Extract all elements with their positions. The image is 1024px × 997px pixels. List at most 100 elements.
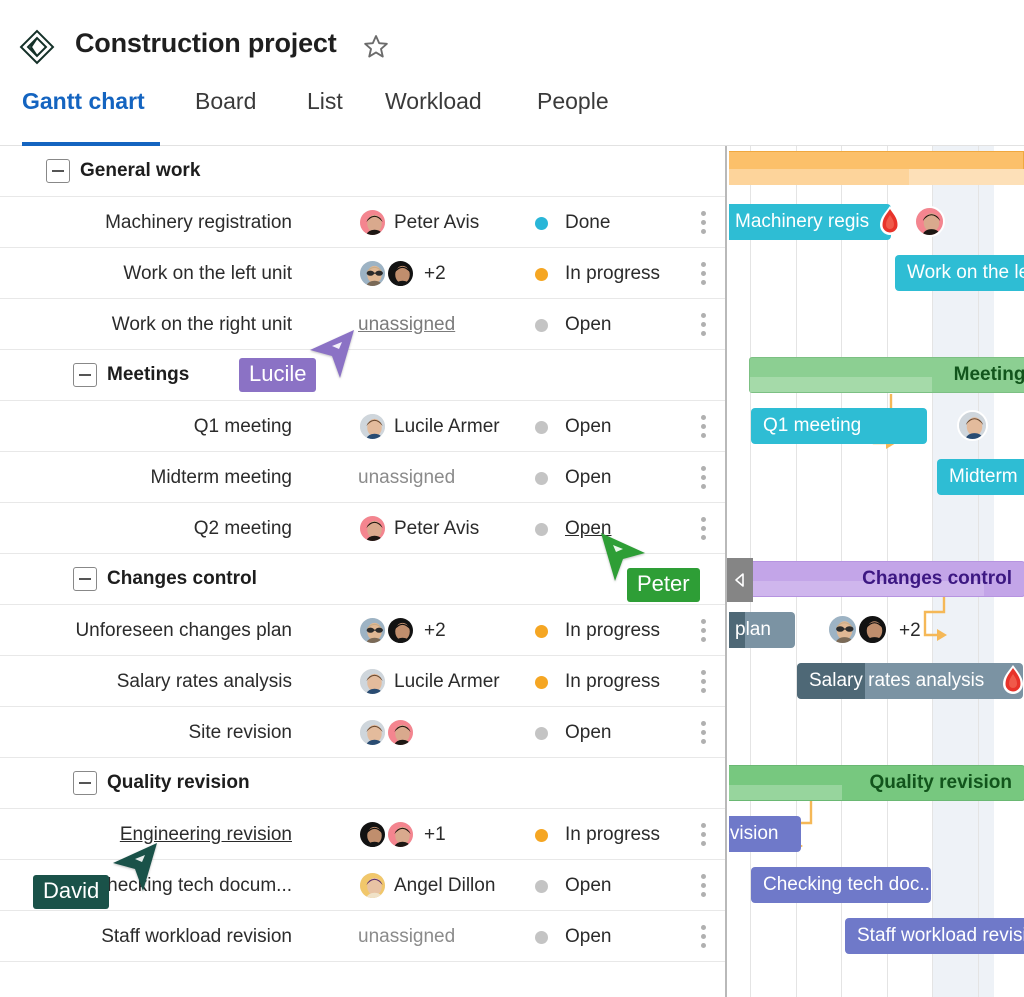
table-row[interactable]: Salary rates analysis Lucile Armer In pro… [0,656,725,707]
row-menu-icon[interactable] [698,211,710,235]
assignee-name[interactable]: unassigned [358,314,455,336]
status-label[interactable]: Open [565,314,611,336]
status-dot [535,217,548,230]
gantt-group-bar[interactable]: Quality revision [729,765,1024,801]
collapse-toggle-icon[interactable] [73,363,97,387]
gantt-task-bar[interactable]: Work on the lef [895,255,1024,291]
table-row[interactable]: Q1 meeting Lucile Armer Open [0,401,725,452]
task-name[interactable]: Machinery registration [105,212,292,234]
status-label[interactable]: Open [565,467,611,489]
gantt-task-bar[interactable]: Midterm [937,459,1024,495]
row-menu-icon[interactable] [698,262,710,286]
tab-gantt-chart[interactable]: Gantt chart [22,88,145,119]
timeline-summary-bar [729,151,1024,185]
group-label: General work [80,160,201,181]
task-name[interactable]: Work on the right unit [112,314,292,336]
assignee-name[interactable]: Lucile Armer [394,416,500,438]
status-label[interactable]: In progress [565,824,660,846]
assignee-cell[interactable]: +2 [358,248,528,299]
group-row[interactable]: Meetings [0,350,725,401]
status-label[interactable]: Open [565,722,611,744]
timeline-progress-rest [909,169,1024,185]
star-icon[interactable] [362,33,390,61]
row-menu-icon[interactable] [698,721,710,745]
gantt-timeline[interactable]: Machinery regis Work on the lef Meetings Q… [729,146,1024,997]
gantt-avatar-overflow-count: +2 [899,620,921,641]
gantt-bar-label: Work on the lef [907,262,1024,283]
gantt-task-bar[interactable]: Machinery regis [729,204,891,240]
row-menu-icon[interactable] [698,619,710,643]
status-label[interactable]: In progress [565,263,660,285]
assignee-cell[interactable]: Peter Avis [358,503,528,554]
assignee-cell[interactable]: Angel Dillon [358,860,528,911]
task-name[interactable]: Staff workload revision [101,926,292,948]
task-name[interactable]: Work on the left unit [123,263,292,285]
status-label[interactable]: In progress [565,671,660,693]
tab-workload[interactable]: Workload [385,88,482,119]
status-label[interactable]: Open [565,416,611,438]
task-name[interactable]: Site revision [189,722,293,744]
status-label[interactable]: Done [565,212,610,234]
table-row[interactable]: Site revision Open [0,707,725,758]
status-label[interactable]: Open [565,875,611,897]
row-menu-icon[interactable] [698,313,710,337]
assignee-cell[interactable]: +1 [358,809,528,860]
gantt-task-bar[interactable]: Salary rates analysis [797,663,1023,699]
table-row[interactable]: Machinery registration Peter Avis Done [0,197,725,248]
assignee-cell[interactable]: unassigned [358,299,528,350]
assignee-overflow-count: +2 [424,620,446,641]
tab-board[interactable]: Board [195,88,256,119]
assignee-cell[interactable]: Lucile Armer [358,401,528,452]
table-row[interactable]: Unforeseen changes plan +2 In progress [0,605,725,656]
assignee-cell[interactable]: Lucile Armer [358,656,528,707]
collaborator-cursor-label: Peter [627,568,700,602]
status-label[interactable]: Open [565,926,611,948]
row-menu-icon[interactable] [698,415,710,439]
task-name[interactable]: Q2 meeting [194,518,292,540]
assignee-name[interactable]: unassigned [358,926,455,948]
row-menu-icon[interactable] [698,670,710,694]
collapse-toggle-icon[interactable] [73,567,97,591]
gantt-task-bar[interactable]: plan [729,612,795,648]
status-dot [535,625,548,638]
gantt-task-bar[interactable]: Staff workload revisi [845,918,1024,954]
assignee-name[interactable]: Angel Dillon [394,875,495,897]
task-name[interactable]: Salary rates analysis [117,671,292,693]
collapse-panel-handle[interactable] [727,558,753,602]
row-menu-icon[interactable] [698,517,710,541]
table-row[interactable]: Midterm meeting unassigned Open [0,452,725,503]
group-row[interactable]: General work [0,146,725,197]
gantt-task-bar[interactable]: Q1 meeting [751,408,927,444]
assignee-cell[interactable]: +2 [358,605,528,656]
gantt-group-bar[interactable]: Meetings [749,357,1024,393]
assignee-name[interactable]: Peter Avis [394,518,479,540]
task-name[interactable]: Midterm meeting [151,467,293,489]
collapse-toggle-icon[interactable] [73,771,97,795]
table-row[interactable]: Work on the left unit +2 In progress [0,248,725,299]
assignee-cell[interactable]: unassigned [358,452,528,503]
group-row[interactable]: Quality revision [0,758,725,809]
assignee-name[interactable]: Peter Avis [394,212,479,234]
gantt-bar-label: revision [729,823,779,844]
row-menu-icon[interactable] [698,925,710,949]
gantt-group-bar[interactable]: Changes control [729,561,1024,597]
table-row[interactable]: Staff workload revision unassigned Open [0,911,725,962]
table-row[interactable]: Work on the right unit unassigned Open [0,299,725,350]
avatar [358,667,387,696]
row-menu-icon[interactable] [698,874,710,898]
assignee-cell[interactable] [358,707,528,758]
assignee-cell[interactable]: Peter Avis [358,197,528,248]
task-name[interactable]: Unforeseen changes plan [75,620,292,642]
gantt-task-bar[interactable]: revision [729,816,801,852]
assignee-name[interactable]: Lucile Armer [394,671,500,693]
tab-list[interactable]: List [307,88,343,119]
gantt-task-bar[interactable]: Checking tech doc... [751,867,931,903]
collapse-toggle-icon[interactable] [46,159,70,183]
tab-people[interactable]: People [537,88,609,119]
assignee-name[interactable]: unassigned [358,467,455,489]
task-name[interactable]: Q1 meeting [194,416,292,438]
row-menu-icon[interactable] [698,466,710,490]
status-label[interactable]: In progress [565,620,660,642]
assignee-cell[interactable]: unassigned [358,911,528,962]
row-menu-icon[interactable] [698,823,710,847]
